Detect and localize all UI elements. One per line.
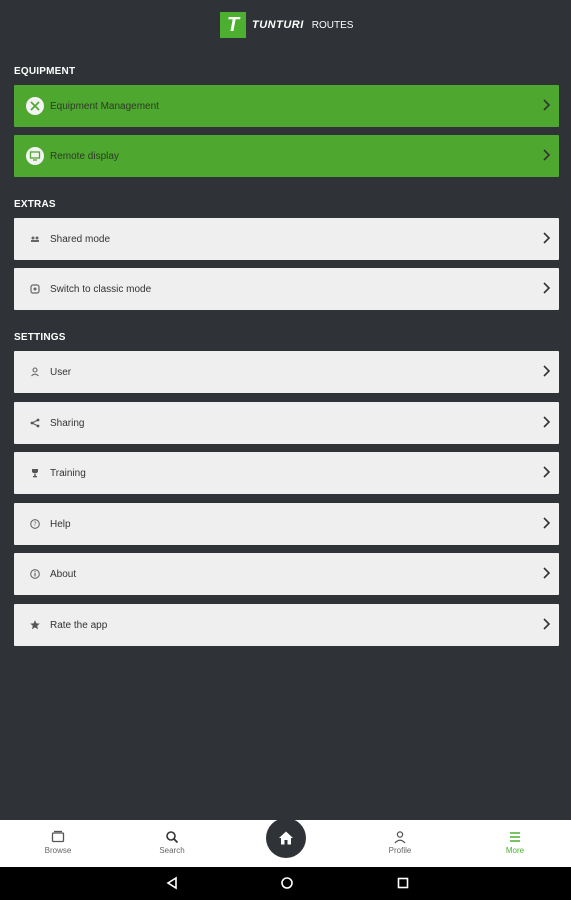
menu-item-label: About	[50, 568, 77, 580]
menu-item-label: Help	[50, 518, 71, 530]
section-title-settings: SETTINGS	[14, 332, 66, 343]
trophy-icon	[26, 464, 44, 482]
nav-label: Search	[159, 846, 185, 855]
group-icon	[26, 230, 44, 248]
menu-item-shared-mode[interactable]: Shared mode	[14, 218, 559, 260]
profile-icon	[394, 831, 406, 844]
share-icon	[26, 414, 44, 432]
chevron-right-icon	[543, 99, 551, 111]
chevron-right-icon	[543, 618, 551, 630]
chevron-right-icon	[543, 282, 551, 294]
home-button[interactable]	[266, 818, 306, 858]
section-title-extras: EXTRAS	[14, 199, 56, 210]
chevron-right-icon	[543, 365, 551, 377]
menu-item-label: Remote display	[50, 150, 119, 162]
menu-item-switch-classic[interactable]: Switch to classic mode	[14, 268, 559, 310]
menu-item-label: Sharing	[50, 417, 85, 429]
nav-label: Profile	[388, 846, 412, 855]
logo-mark: T	[220, 12, 246, 38]
star-icon	[26, 616, 44, 634]
nav-profile[interactable]: Profile	[370, 830, 430, 855]
menu-item-label: Training	[50, 467, 86, 479]
menu-item-equipment-management[interactable]: Equipment Management	[14, 85, 559, 127]
chevron-right-icon	[543, 466, 551, 478]
brand-name: TUNTURI	[252, 19, 304, 31]
menu-item-label: Switch to classic mode	[50, 283, 152, 295]
menu-item-label: Shared mode	[50, 233, 111, 245]
back-icon[interactable]	[165, 876, 179, 890]
chevron-right-icon	[543, 517, 551, 529]
menu-item-rate-app[interactable]: Rate the app	[14, 604, 559, 646]
section-title-equipment: EQUIPMENT	[14, 66, 76, 77]
switch-icon	[26, 280, 44, 298]
info-icon	[26, 565, 44, 583]
menu-icon	[510, 832, 520, 842]
menu-item-remote-display[interactable]: Remote display	[14, 135, 559, 177]
nav-search[interactable]: Search	[142, 830, 202, 855]
menu-item-label: Equipment Management	[50, 100, 159, 112]
chevron-right-icon	[543, 567, 551, 579]
brand-sub: ROUTES	[311, 19, 354, 31]
system-nav-bar	[0, 867, 571, 900]
home-system-icon[interactable]	[280, 876, 294, 890]
nav-more[interactable]: More	[485, 830, 545, 855]
search-icon	[166, 831, 179, 844]
home-icon	[279, 831, 293, 845]
recents-icon[interactable]	[396, 876, 410, 890]
nav-label: Browse	[44, 846, 72, 855]
menu-item-sharing[interactable]: Sharing	[14, 402, 559, 444]
help-icon: ?	[26, 515, 44, 533]
chevron-right-icon	[543, 416, 551, 428]
menu-item-about[interactable]: About	[14, 553, 559, 595]
menu-item-label: User	[50, 366, 72, 378]
menu-item-user[interactable]: User	[14, 351, 559, 393]
browse-icon	[51, 830, 65, 843]
menu-item-training[interactable]: Training	[14, 452, 559, 494]
svg-text:?: ?	[33, 520, 36, 528]
user-icon	[26, 363, 44, 381]
top-bar: T TUNTURI ROUTES	[0, 0, 571, 50]
menu-item-label: Rate the app	[50, 619, 108, 631]
chevron-right-icon	[543, 149, 551, 161]
app-logo: T TUNTURI ROUTES	[220, 12, 353, 38]
menu-item-help[interactable]: ? Help	[14, 503, 559, 545]
tools-icon	[26, 97, 44, 115]
nav-label: More	[505, 846, 525, 855]
nav-browse[interactable]: Browse	[28, 830, 88, 855]
monitor-icon	[26, 147, 44, 165]
chevron-right-icon	[543, 232, 551, 244]
